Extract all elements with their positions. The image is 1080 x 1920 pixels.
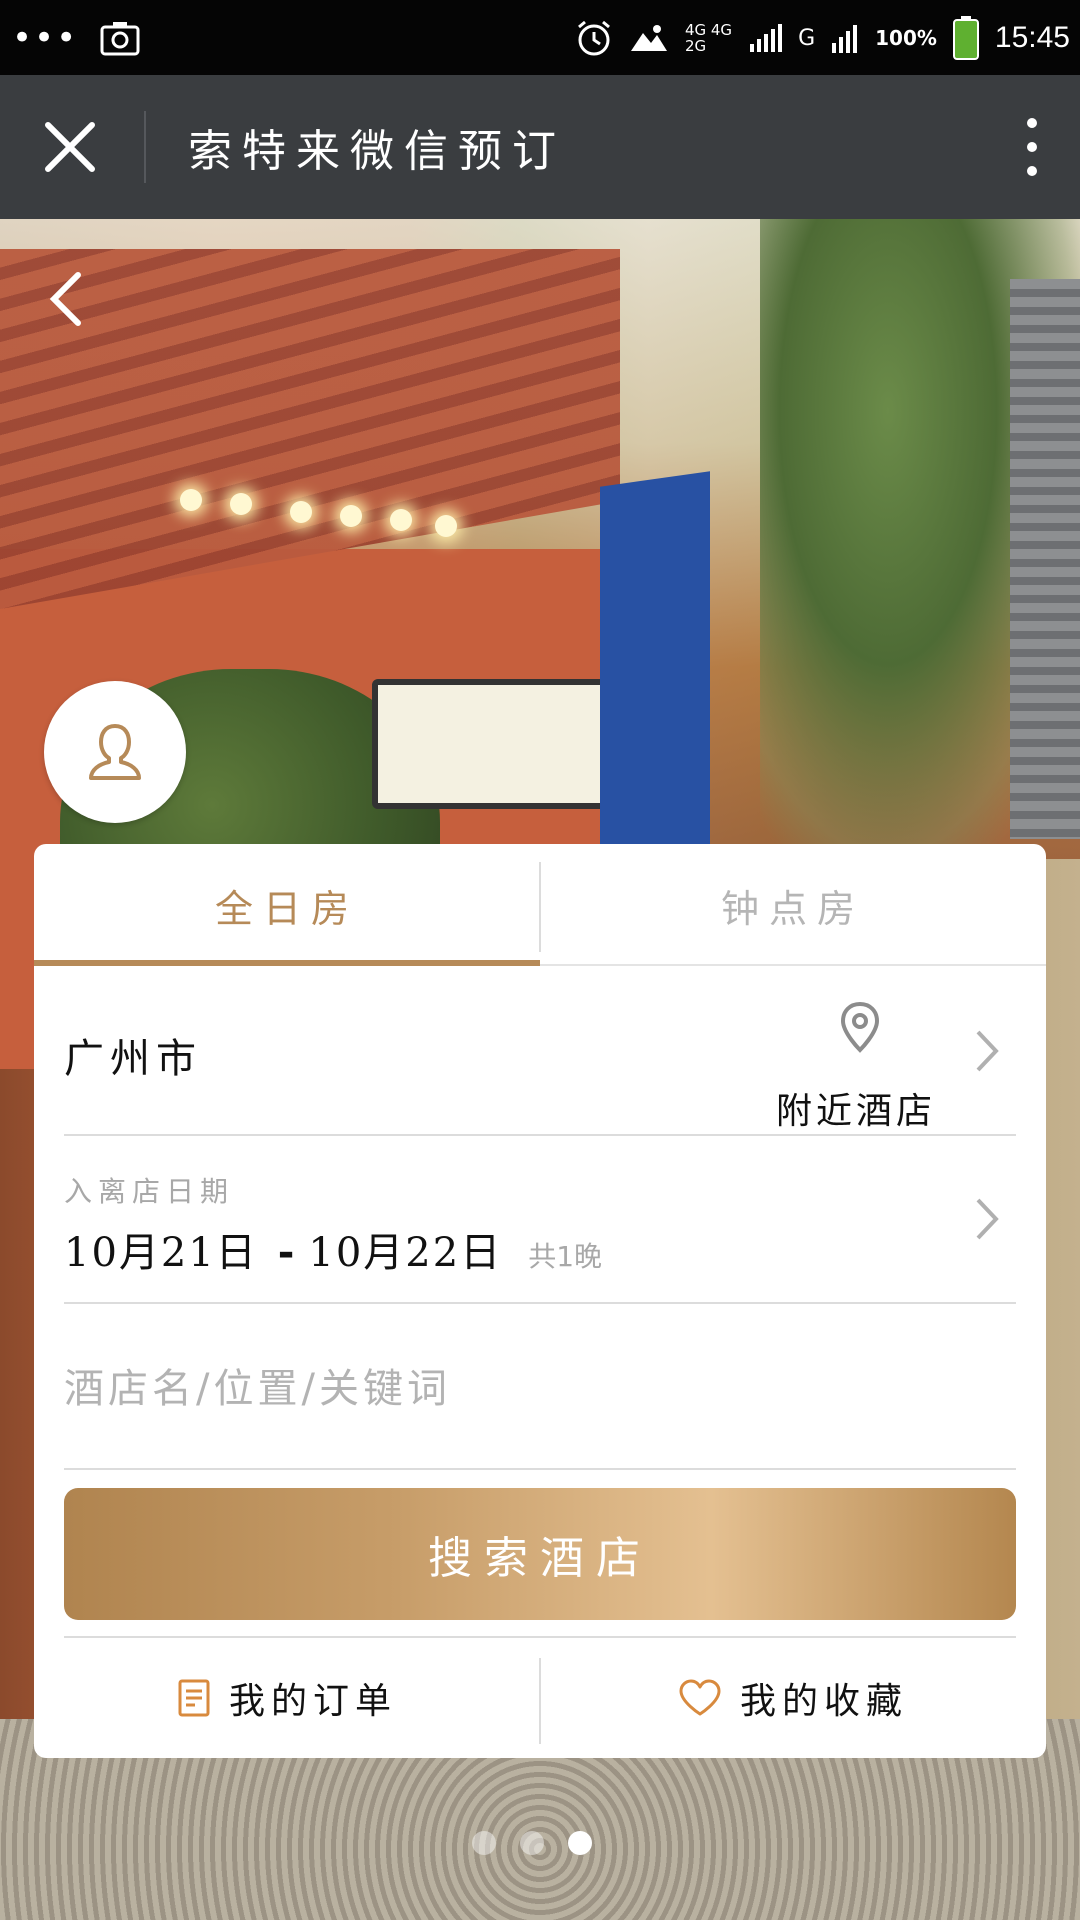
carousel-indicators: [472, 1831, 592, 1855]
hero-photo-shutter: [1010, 279, 1080, 839]
order-list-icon: [178, 1679, 210, 1717]
nearby-hotels-button[interactable]: 附近酒店: [776, 1000, 946, 1132]
user-icon: [89, 724, 141, 780]
tab-hourly[interactable]: 钟点房: [540, 844, 1046, 966]
carousel-dot[interactable]: [472, 1831, 496, 1855]
my-favorites-link[interactable]: 我的收藏: [540, 1638, 1046, 1758]
chevron-right-icon: [976, 1198, 999, 1240]
hero-photo-flag: [600, 471, 710, 867]
keyword-row: [64, 1304, 1016, 1470]
battery-percent: 100%: [875, 26, 937, 50]
check-out-date: 10月22日: [308, 1230, 503, 1276]
heart-icon: [679, 1679, 721, 1716]
network-indicator: 4G 4G 2G: [684, 21, 733, 55]
more-vertical-icon[interactable]: [1014, 115, 1050, 179]
my-orders-label: 我的订单: [228, 1681, 397, 1722]
bottom-links: 我的订单 我的收藏: [34, 1638, 1046, 1758]
title-divider: [144, 111, 146, 183]
chevron-right-icon: [976, 1030, 999, 1072]
clock: 15:45: [994, 21, 1070, 54]
nights-count: 共1晚: [528, 1240, 603, 1273]
tab-full-day[interactable]: 全日房: [34, 844, 540, 966]
room-type-tabs: 全日房 钟点房: [34, 844, 1046, 966]
location-pin-icon: [840, 1001, 880, 1053]
battery-icon: [952, 16, 979, 60]
booking-card: 全日房 钟点房 广州市 附近酒店 入离店日期 10月21日 - 10月22日 共…: [34, 844, 1046, 1758]
city-row[interactable]: 广州市 附近酒店: [64, 968, 1016, 1136]
keyword-search-input[interactable]: [64, 1354, 1016, 1424]
hero-photo-sign: [372, 679, 632, 809]
back-chevron-icon[interactable]: [44, 269, 88, 329]
screenshot-icon: [100, 22, 140, 56]
title-bar: 索特来微信预订: [0, 75, 1080, 219]
signal-bars-icon: [832, 25, 858, 53]
status-bar: ••• 4G 4G 2G G 100% 15:45: [0, 0, 1080, 75]
carousel-dot[interactable]: [520, 1831, 544, 1855]
carousel-dot-active[interactable]: [568, 1831, 592, 1855]
active-tab-indicator: [34, 960, 540, 966]
my-orders-link[interactable]: 我的订单: [34, 1638, 540, 1758]
more-dots-icon: •••: [12, 18, 79, 58]
signal-bars-icon: [750, 24, 783, 52]
avatar[interactable]: [44, 681, 186, 823]
city-label: 广州市: [64, 1036, 202, 1082]
signal-type-label: G: [798, 25, 816, 51]
date-range: 10月21日 - 10月22日 共1晚: [64, 1220, 602, 1278]
nearby-hotels-label: 附近酒店: [776, 1091, 937, 1132]
weather-icon: [630, 25, 667, 51]
date-row[interactable]: 入离店日期 10月21日 - 10月22日 共1晚: [64, 1136, 1016, 1304]
date-caption: 入离店日期: [64, 1175, 235, 1208]
check-in-date: 10月21日: [64, 1230, 258, 1276]
search-hotels-button[interactable]: 搜索酒店: [64, 1488, 1016, 1620]
hero-photo-lights: [180, 489, 480, 537]
alarm-icon: [577, 20, 610, 56]
my-favorites-label: 我的收藏: [739, 1681, 908, 1722]
close-icon[interactable]: [40, 117, 100, 177]
date-separator: -: [277, 1230, 295, 1276]
page-title: 索特来微信预订: [188, 126, 566, 177]
